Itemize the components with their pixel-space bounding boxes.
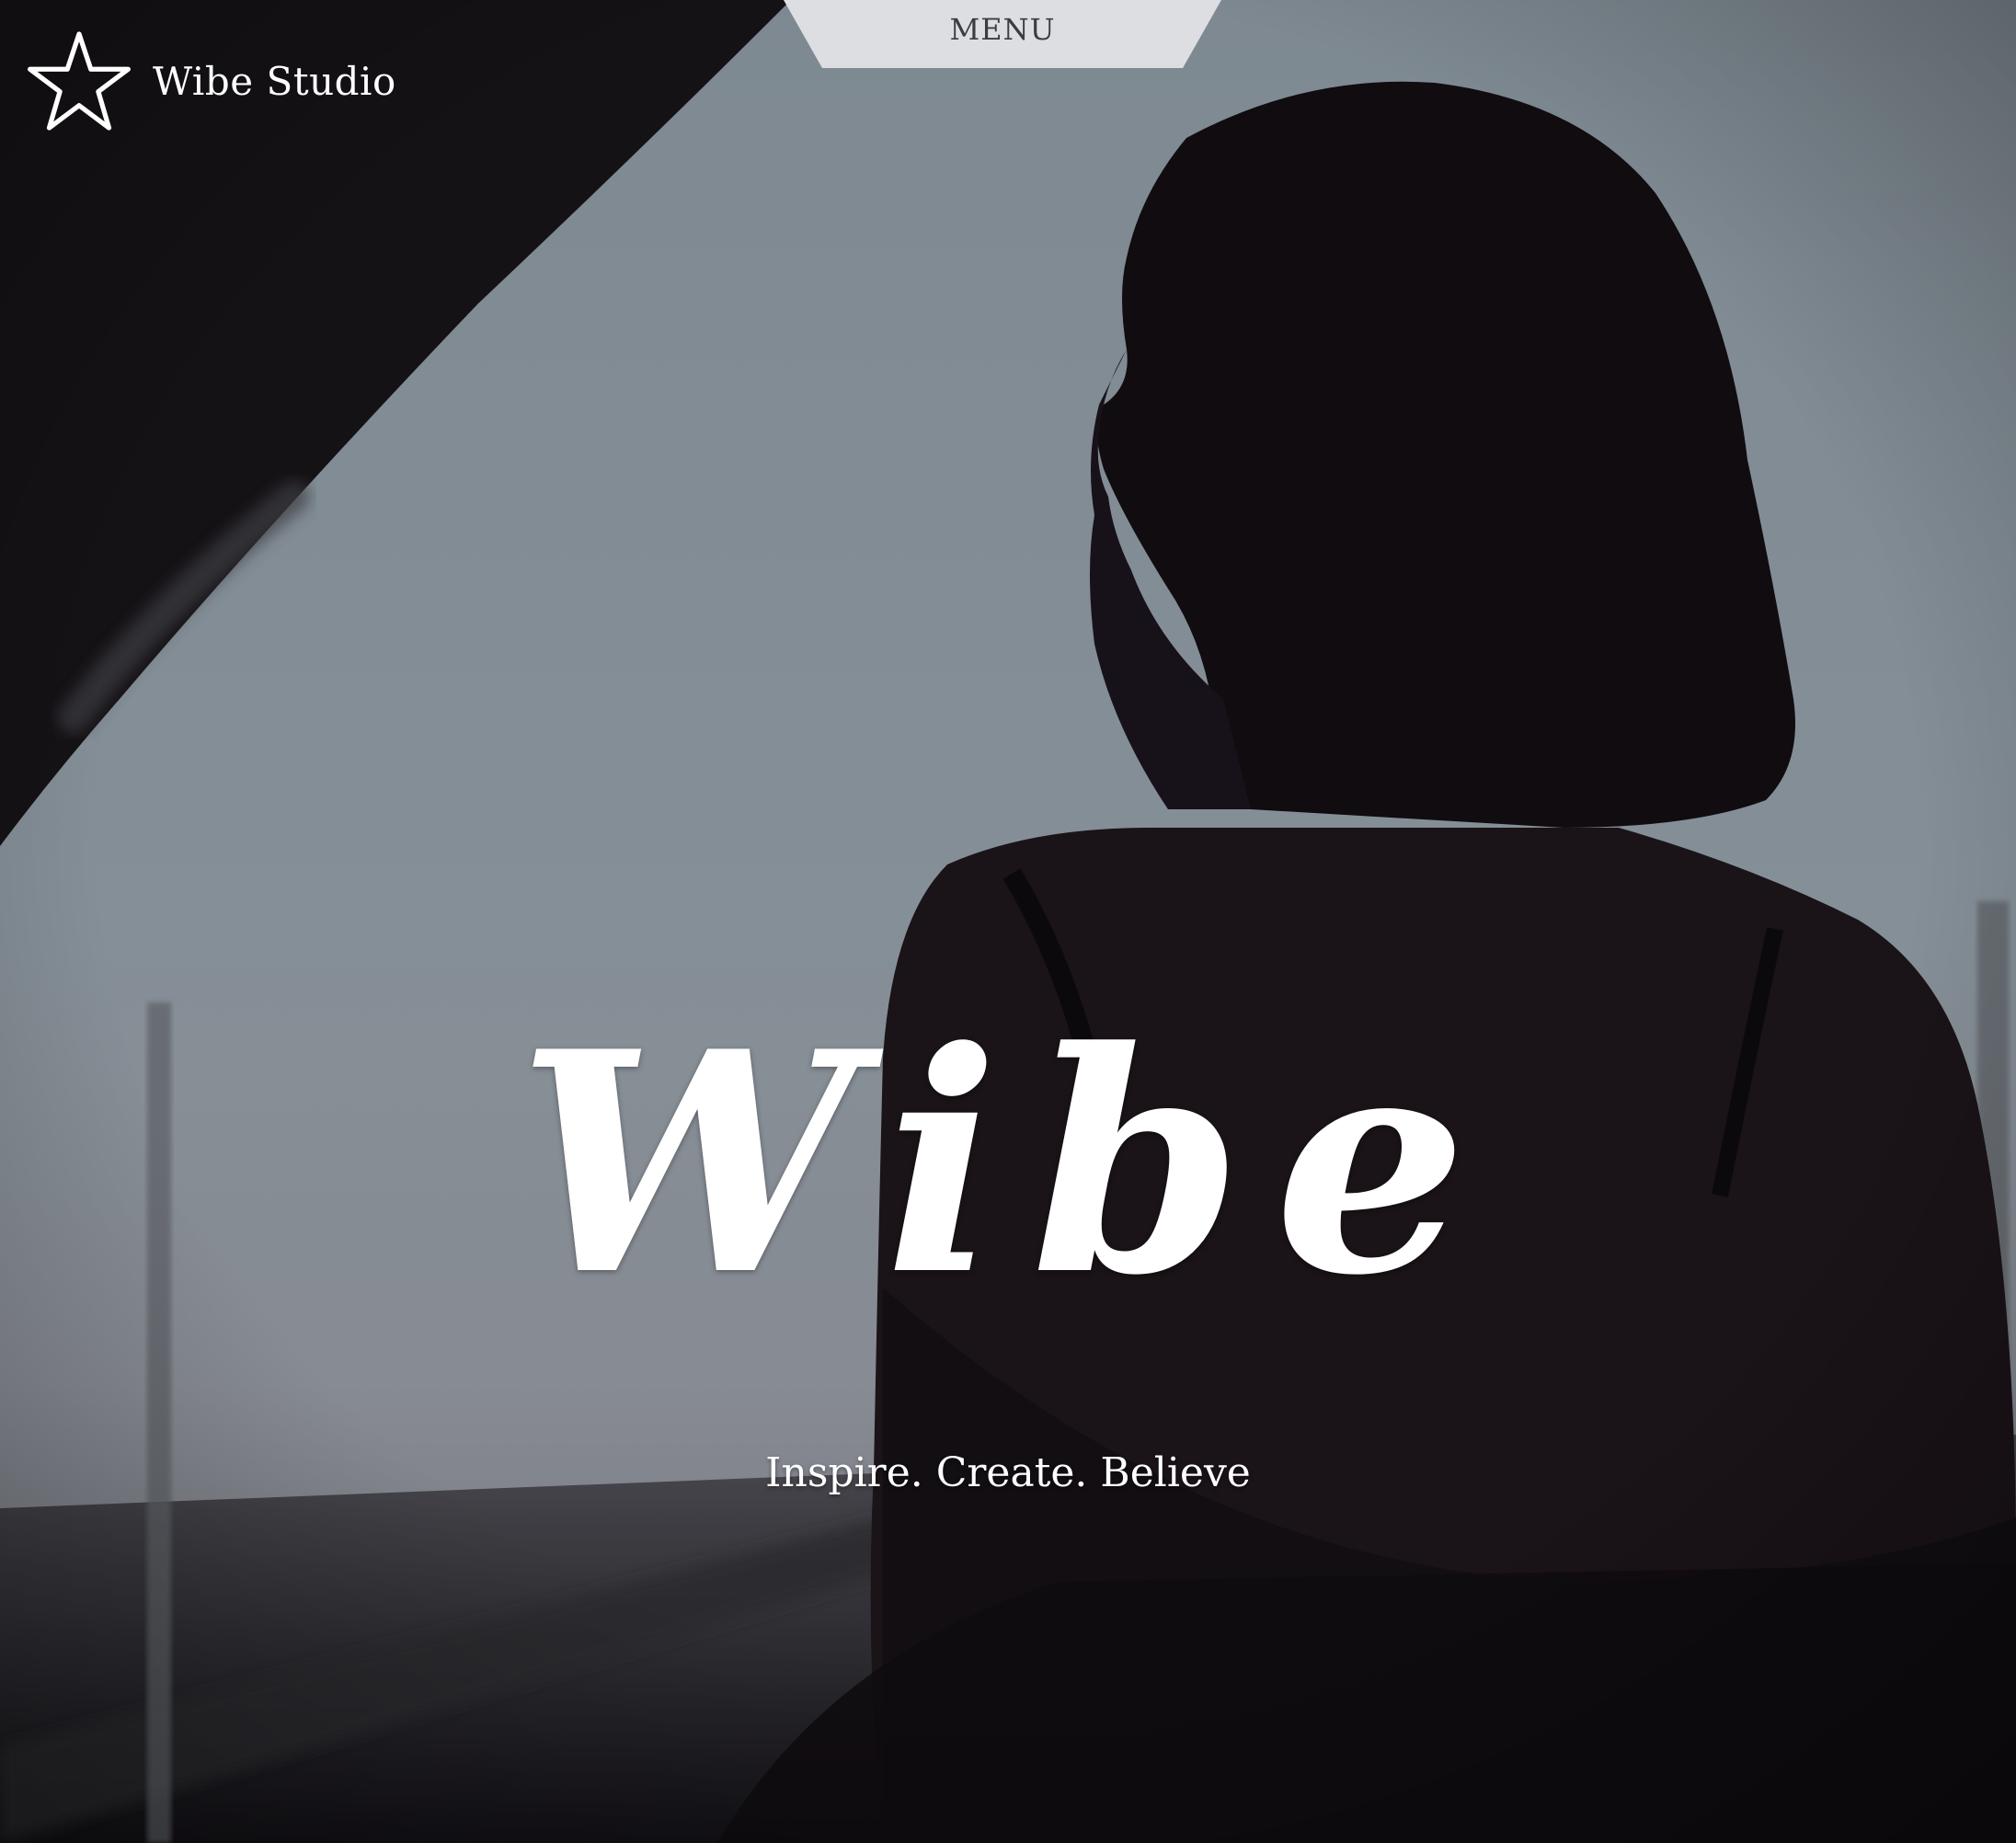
brand-name: Wibe Studio [153, 58, 396, 104]
vignette-overlay [0, 0, 2016, 1843]
menu-button[interactable]: MENU [784, 0, 1221, 68]
hero-tagline: Inspire. Create. Believe [765, 1449, 1251, 1496]
hero-background-photo [0, 0, 2016, 1843]
brand-logo-link[interactable]: Wibe Studio [26, 28, 396, 134]
hero-title: Wibe [517, 985, 1499, 1342]
star-outline-icon [28, 31, 131, 131]
hero-section: Wibe Studio MENU Wibe Inspire. Create. B… [0, 0, 2016, 1843]
menu-label: MENU [949, 12, 1056, 47]
